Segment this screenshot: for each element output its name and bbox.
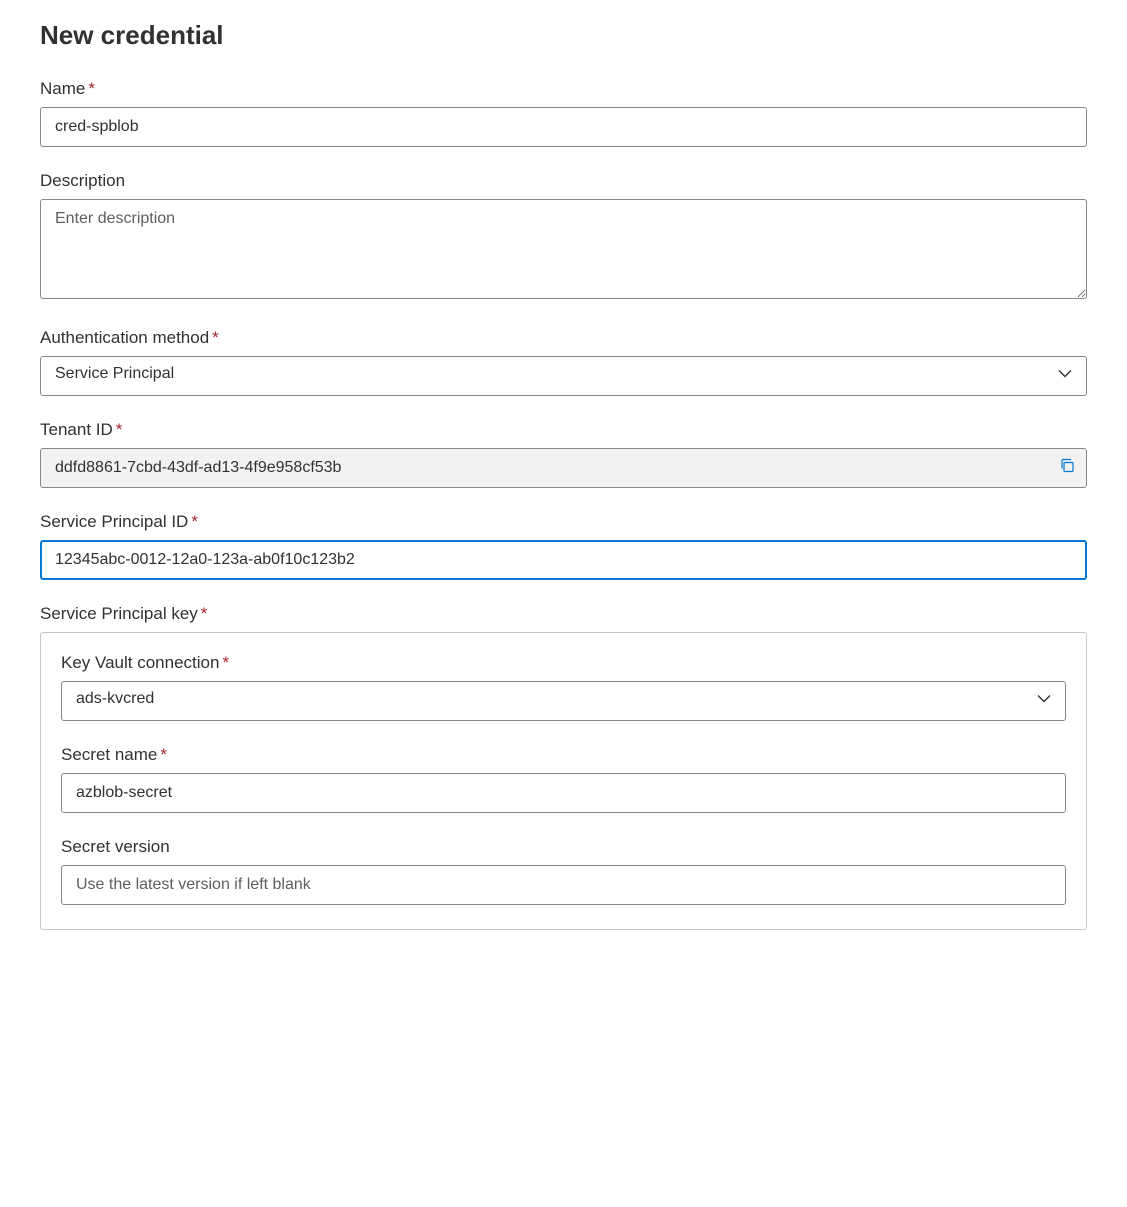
tenant-id-label-text: Tenant ID: [40, 420, 113, 439]
sp-key-field-group: Service Principal key* Key Vault connect…: [40, 604, 1087, 930]
secret-version-input[interactable]: [61, 865, 1066, 905]
copy-icon[interactable]: [1059, 458, 1075, 479]
secret-name-field-group: Secret name*: [61, 745, 1066, 813]
name-label: Name*: [40, 79, 1087, 99]
sp-key-nested-section: Key Vault connection* ads-kvcred Secret …: [40, 632, 1087, 930]
name-input[interactable]: [40, 107, 1087, 147]
kv-connection-label: Key Vault connection*: [61, 653, 1066, 673]
description-label-text: Description: [40, 171, 125, 190]
auth-method-field-group: Authentication method* Service Principal: [40, 328, 1087, 396]
tenant-id-wrapper: [40, 448, 1087, 488]
kv-connection-field-group: Key Vault connection* ads-kvcred: [61, 653, 1066, 721]
required-star: *: [212, 328, 219, 347]
required-star: *: [201, 604, 208, 623]
auth-method-label-text: Authentication method: [40, 328, 209, 347]
name-field-group: Name*: [40, 79, 1087, 147]
secret-name-label-text: Secret name: [61, 745, 157, 764]
description-textarea[interactable]: [40, 199, 1087, 299]
sp-id-label: Service Principal ID*: [40, 512, 1087, 532]
required-star: *: [160, 745, 167, 764]
kv-connection-select[interactable]: ads-kvcred: [61, 681, 1066, 721]
auth-method-select[interactable]: Service Principal: [40, 356, 1087, 396]
required-star: *: [191, 512, 198, 531]
secret-version-label-text: Secret version: [61, 837, 170, 856]
sp-id-label-text: Service Principal ID: [40, 512, 188, 531]
sp-id-input[interactable]: [40, 540, 1087, 580]
secret-version-field-group: Secret version: [61, 837, 1066, 905]
sp-id-field-group: Service Principal ID*: [40, 512, 1087, 580]
required-star: *: [116, 420, 123, 439]
required-star: *: [88, 79, 95, 98]
required-star: *: [222, 653, 229, 672]
sp-key-label-text: Service Principal key: [40, 604, 198, 623]
sp-key-label: Service Principal key*: [40, 604, 1087, 624]
kv-connection-select-wrapper: ads-kvcred: [61, 681, 1066, 721]
secret-name-input[interactable]: [61, 773, 1066, 813]
kv-connection-label-text: Key Vault connection: [61, 653, 219, 672]
tenant-id-input: [40, 448, 1087, 488]
tenant-id-label: Tenant ID*: [40, 420, 1087, 440]
description-field-group: Description: [40, 171, 1087, 304]
page-title: New credential: [40, 20, 1087, 51]
secret-name-label: Secret name*: [61, 745, 1066, 765]
auth-method-label: Authentication method*: [40, 328, 1087, 348]
tenant-id-field-group: Tenant ID*: [40, 420, 1087, 488]
auth-method-select-wrapper: Service Principal: [40, 356, 1087, 396]
description-label: Description: [40, 171, 1087, 191]
name-label-text: Name: [40, 79, 85, 98]
secret-version-label: Secret version: [61, 837, 1066, 857]
